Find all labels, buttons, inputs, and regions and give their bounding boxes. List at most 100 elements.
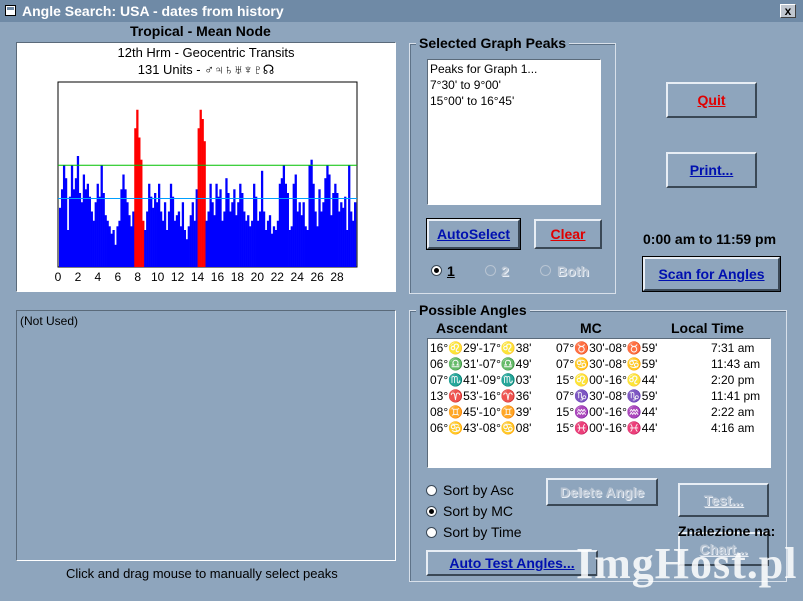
graph-header: Tropical - Mean Node (130, 23, 271, 39)
chart-bar (148, 183, 151, 267)
chart-bar (118, 220, 121, 267)
chart-bar (354, 202, 357, 267)
graph-2-label[interactable]: 2 (501, 263, 509, 279)
watermark-logo: ImgHost.pl (576, 539, 798, 588)
delete-angle-button[interactable]: Delete Angle (546, 478, 658, 506)
graph-1-label[interactable]: 1 (447, 263, 455, 279)
chart-bar-peak (197, 128, 200, 267)
chart-bar (219, 189, 222, 267)
chart-bar (132, 211, 135, 267)
chart-bar (152, 207, 155, 267)
chart-bar (191, 202, 194, 267)
chart-bar (260, 170, 264, 267)
sort-asc-radio[interactable] (426, 485, 437, 496)
chart-x-tick: 22 (271, 270, 285, 284)
graph-panel[interactable]: 12th Hrm - Geocentric Transits 131 Units… (16, 42, 396, 292)
sort-time-label[interactable]: Sort by Time (443, 524, 522, 540)
chart-bar (274, 230, 278, 267)
angle-ascendant: 08°♊45'-10°♊39' (430, 405, 532, 419)
chart-bar (177, 211, 181, 267)
graph-2-radio[interactable] (485, 265, 496, 276)
angle-local-time: 4:16 am (711, 421, 755, 435)
autoselect-button[interactable]: AutoSelect (426, 218, 521, 250)
chart-bar-peak (199, 109, 202, 267)
transit-bar-chart[interactable]: 0 2 4 6 8 10 12 14 16 18 20 22 24 26 28 (17, 81, 395, 291)
chart-x-tick: 8 (134, 270, 141, 284)
unused-label: (Not Used) (20, 314, 79, 328)
auto-test-angles-button[interactable]: Auto Test Angles... (426, 550, 598, 576)
chart-bar (235, 215, 238, 267)
chart-bar-peak (134, 128, 137, 267)
chart-bar (92, 220, 95, 267)
chart-bar (207, 211, 210, 267)
chart-x-tick: 12 (171, 270, 185, 284)
test-button[interactable]: Test... (678, 483, 769, 517)
chart-bar (352, 220, 355, 267)
chart-x-tick: 14 (191, 270, 205, 284)
chart-bar (262, 211, 266, 267)
chart-bar (209, 183, 212, 267)
chart-bar (86, 183, 89, 267)
chart-bar (169, 183, 173, 267)
angles-list[interactable]: 16°♌29'-17°♌38' 07°♉30'-08°♉59' 7:31 am 06°… (427, 338, 771, 468)
chart-bar (175, 215, 179, 267)
chart-bar (62, 165, 66, 267)
sort-time-radio[interactable] (426, 527, 437, 538)
sort-mc-radio[interactable] (426, 506, 437, 517)
chart-bar (318, 189, 321, 267)
chart-bar (312, 183, 315, 267)
chart-bar (334, 183, 337, 267)
chart-bar (282, 165, 286, 267)
chart-bar (304, 226, 307, 267)
angle-ascendant: 06°♋43'-08°♋08' (430, 421, 532, 435)
chart-bar-peak (136, 109, 139, 267)
angle-mc: 15°♓00'-16°♓44' (556, 421, 658, 435)
chart-bar (340, 202, 343, 267)
clear-button[interactable]: Clear (534, 219, 602, 249)
graph-1-radio[interactable] (431, 265, 442, 276)
chart-bar (106, 220, 109, 267)
col-header-ascendant: Ascendant (436, 320, 508, 336)
print-button[interactable]: Print... (666, 152, 757, 188)
chart-bar (59, 207, 62, 267)
peaks-list[interactable]: Peaks for Graph 1... 7°30' to 9°00' 15°0… (427, 59, 601, 205)
chart-bar (179, 226, 183, 267)
chart-bar (328, 174, 331, 267)
chart-bar (102, 193, 105, 267)
quit-button[interactable]: Quit (666, 82, 757, 118)
angle-ascendant: 16°♌29'-17°♌38' (430, 341, 532, 355)
chart-bar (163, 202, 167, 267)
sort-asc-label[interactable]: Sort by Asc (443, 482, 514, 498)
chart-bar (221, 220, 224, 267)
chart-bar (245, 220, 248, 267)
chart-bar (211, 202, 214, 267)
chart-bar (310, 159, 313, 267)
chart-bar (120, 189, 123, 267)
chart-bar (193, 220, 196, 267)
both-graphs-radio[interactable] (540, 265, 551, 276)
chart-bar (158, 183, 161, 267)
app-window-icon[interactable] (5, 5, 16, 16)
chart-bar (251, 220, 254, 267)
chart-bar (150, 196, 153, 267)
scan-for-angles-button[interactable]: Scan for Angles (642, 256, 781, 292)
graph-instruction: Click and drag mouse to manually select … (66, 566, 338, 581)
angle-local-time: 7:31 am (711, 341, 755, 355)
chart-bar (74, 178, 78, 267)
chart-bar (326, 165, 329, 267)
chart-bar (286, 193, 289, 267)
peaks-line: 15°00' to 16°45' (430, 94, 515, 108)
sort-mc-label[interactable]: Sort by MC (443, 503, 513, 519)
chart-bar (104, 215, 107, 267)
peaks-line: 7°30' to 9°00' (430, 78, 501, 92)
chart-bar (90, 211, 93, 267)
chart-bar (187, 226, 190, 267)
chart-bar (342, 207, 345, 267)
chart-bar (183, 230, 187, 267)
peaks-line: Peaks for Graph 1... (430, 62, 538, 76)
close-button[interactable]: x (780, 4, 796, 18)
both-graphs-label[interactable]: Both (557, 263, 589, 279)
title-bar[interactable]: Angle Search: USA - dates from history (0, 0, 803, 22)
chart-bar-peak (138, 137, 141, 267)
chart-bar (237, 202, 240, 267)
